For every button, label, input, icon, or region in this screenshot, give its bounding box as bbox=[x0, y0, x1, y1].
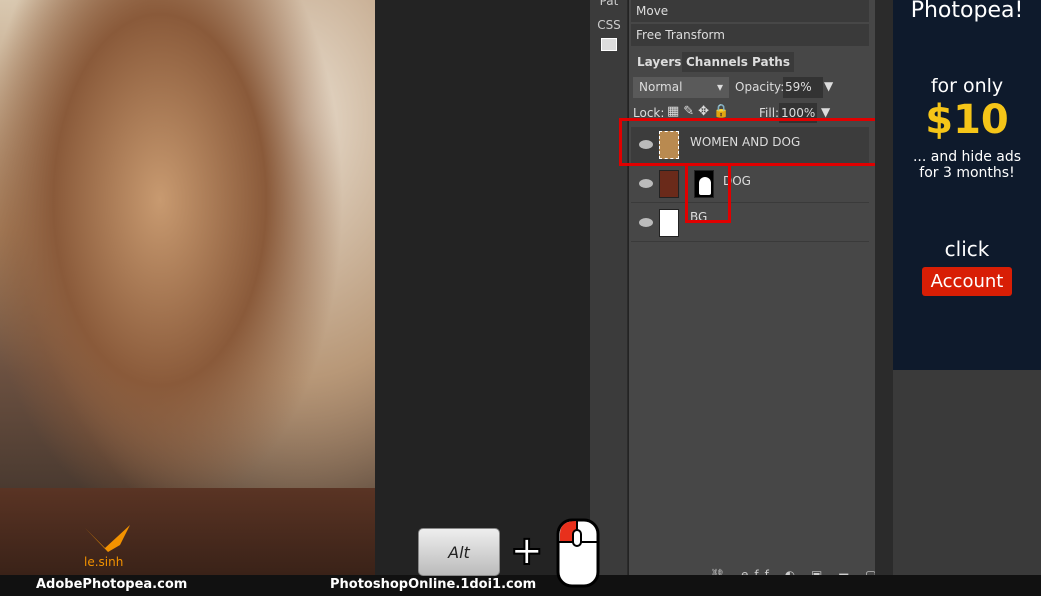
ad-click: click bbox=[944, 237, 990, 261]
ad-line1: for only bbox=[930, 75, 1004, 97]
layer-row[interactable]: DOG bbox=[631, 166, 869, 203]
footer-bar-right bbox=[629, 575, 1041, 596]
tab-channels[interactable]: Channels bbox=[682, 52, 752, 72]
chevron-down-icon: ▾ bbox=[716, 80, 723, 94]
footer-right-text: PhotoshopOnline.1doi1.com bbox=[330, 577, 537, 592]
layers-panel: Move Free Transform Layers Channels Path… bbox=[619, 0, 887, 575]
blend-mode-select[interactable]: Normal ▾ bbox=[633, 77, 729, 98]
highlight-box-layer bbox=[619, 118, 887, 166]
lock-icons[interactable]: ▦✎✥🔒 bbox=[667, 104, 733, 119]
opacity-input[interactable]: 59% bbox=[783, 77, 823, 98]
layer-row[interactable]: BG bbox=[631, 205, 869, 242]
ad-line2: ... and hide ads bbox=[912, 149, 1022, 165]
tool-pat[interactable]: Pat bbox=[590, 0, 628, 8]
opacity-label: Opacity: bbox=[735, 80, 785, 94]
footer-left-text: AdobePhotopea.com bbox=[36, 577, 188, 592]
footer-bar: AdobePhotopea.com PhotoshopOnline.1doi1.… bbox=[0, 575, 629, 596]
side-area bbox=[893, 370, 1041, 575]
ad-banner[interactable]: Photopea! for only $10 ... and hide ads … bbox=[893, 0, 1041, 370]
canvas-image-bottom bbox=[0, 488, 375, 575]
eye-icon[interactable] bbox=[639, 218, 653, 227]
opacity-dropdown-icon[interactable]: ▼ bbox=[824, 79, 833, 93]
tab-paths[interactable]: Paths bbox=[748, 52, 794, 72]
ad-title: Photopea! bbox=[910, 0, 1024, 23]
mouse-left-click-icon bbox=[556, 518, 600, 588]
layer-thumbnail bbox=[659, 209, 679, 237]
blend-mode-value: Normal bbox=[639, 80, 683, 94]
history-item-move[interactable]: Move bbox=[631, 0, 869, 22]
tool-column: Pat CSS bbox=[590, 0, 628, 596]
history-item-free-transform[interactable]: Free Transform bbox=[631, 24, 869, 46]
tab-layers[interactable]: Layers bbox=[633, 52, 686, 72]
highlight-box-mask bbox=[685, 163, 731, 223]
layer-thumbnail bbox=[659, 170, 679, 198]
fill-dropdown-icon[interactable]: ▼ bbox=[821, 105, 830, 119]
ad-line3: for 3 months! bbox=[919, 165, 1015, 181]
logo-text: le.sinh bbox=[84, 555, 123, 569]
eye-icon[interactable] bbox=[639, 179, 653, 188]
account-button[interactable]: Account bbox=[921, 267, 1013, 296]
image-icon[interactable] bbox=[590, 38, 628, 54]
plus-sign: + bbox=[509, 527, 544, 575]
alt-key-graphic: Alt bbox=[418, 528, 500, 576]
tool-css[interactable]: CSS bbox=[590, 18, 628, 32]
lesinh-logo: le.sinh bbox=[84, 525, 130, 569]
ad-price: $10 bbox=[925, 97, 1009, 143]
panel-scrollbar[interactable] bbox=[875, 0, 893, 575]
